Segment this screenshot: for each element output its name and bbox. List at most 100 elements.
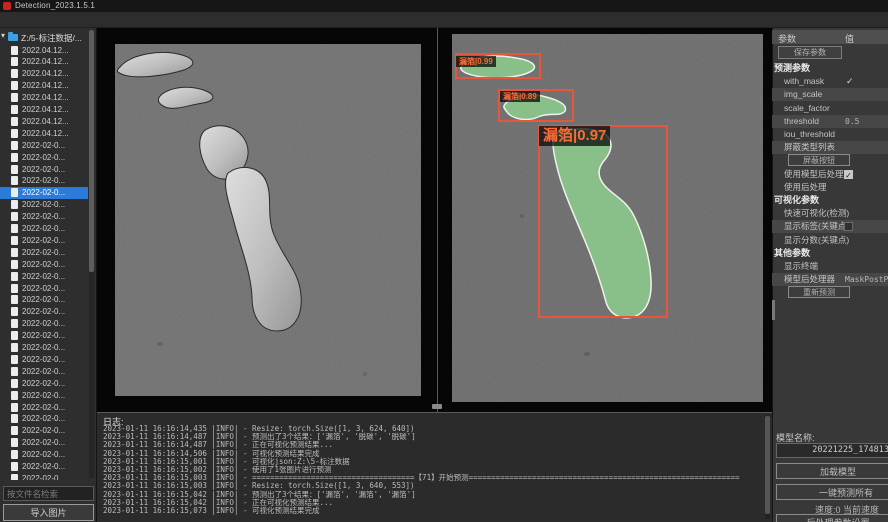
tree-item-label: 2022-02-0...	[22, 141, 65, 150]
tree-item[interactable]: 2022-02-0...	[0, 199, 88, 211]
param-row[interactable]: scale_factor	[772, 102, 888, 115]
params-scrollbar[interactable]	[772, 300, 775, 320]
tree-item[interactable]: 2022-02-0...	[0, 437, 88, 449]
chevron-down-icon[interactable]	[1, 31, 5, 40]
tree-item[interactable]: 2022-02-0...	[0, 461, 88, 473]
tree-item[interactable]: 2022-02-0...	[0, 330, 88, 342]
tree-scrollbar-thumb[interactable]	[89, 30, 94, 272]
file-icon	[11, 129, 18, 138]
tree-item[interactable]: 2022-02-0...	[0, 425, 88, 437]
viewport-splitter[interactable]	[437, 28, 438, 412]
file-icon	[11, 81, 18, 90]
tree-item[interactable]: 2022.04.12...	[0, 80, 88, 92]
tree-item[interactable]: 2022-02-0...	[0, 246, 88, 258]
tree-item[interactable]: 2022-02-0...	[0, 223, 88, 235]
param-row[interactable]: 使用后处理	[772, 181, 888, 194]
tree-item[interactable]: 2022.04.12...	[0, 104, 88, 116]
tree-item[interactable]: 2022-02-0...	[0, 401, 88, 413]
file-icon	[11, 117, 18, 126]
search-input[interactable]	[3, 486, 94, 501]
tree-item[interactable]: 2022-02-0...	[0, 187, 88, 199]
param-row[interactable]: 屏蔽类型列表	[772, 141, 888, 154]
param-row[interactable]: 模型后处理器MaskPostPro	[772, 273, 888, 286]
tree-item[interactable]: 2022-02-0...	[0, 163, 88, 175]
tree-item[interactable]: 2022-02-0...	[0, 306, 88, 318]
tree-item-label: 2022.04.12...	[22, 46, 69, 55]
file-icon	[11, 176, 18, 185]
tree-item[interactable]: 2022-02-0...	[0, 353, 88, 365]
checkbox[interactable]	[844, 222, 853, 231]
predict-all-button[interactable]: 一键预测所有	[776, 484, 888, 500]
tree-item-label: 2022.04.12...	[22, 129, 69, 138]
param-row[interactable]: with_mask✓	[772, 75, 888, 88]
tree-item[interactable]: 2022-02-0...	[0, 365, 88, 377]
tree-item[interactable]: 2022-02-0...	[0, 270, 88, 282]
tree-item[interactable]: 2022.04.12...	[0, 115, 88, 127]
tree-item-label: 2022.04.12...	[22, 93, 69, 102]
tree-item[interactable]: 2022-02-0...	[0, 318, 88, 330]
file-icon	[11, 272, 18, 281]
tree-item[interactable]: 2022-02-0...	[0, 413, 88, 425]
tree-item[interactable]: 2022.04.12...	[0, 56, 88, 68]
tree-item[interactable]: 2022-02-0...	[0, 258, 88, 270]
log-line: 2023-01-11 16:16:15,073 |INFO| - 可视化预测结果…	[103, 507, 763, 515]
tree-item[interactable]: 2022-02-0...	[0, 211, 88, 223]
file-icon	[11, 69, 18, 78]
param-row[interactable]: 显示终端	[772, 260, 888, 273]
tree-item[interactable]: 2022-02-0...	[0, 449, 88, 461]
checkbox[interactable]: ✓	[844, 170, 853, 179]
tree-item-label: 2022.04.12...	[22, 57, 69, 66]
import-images-button[interactable]: 导入图片	[3, 504, 94, 521]
file-icon	[11, 188, 18, 197]
tree-item[interactable]: 2022-02-0...	[0, 294, 88, 306]
tree-item-label: 2022-02-0...	[22, 379, 65, 388]
tree-item[interactable]: 2022-02-0...	[0, 151, 88, 163]
tree-item[interactable]: 2022-02-0...	[0, 389, 88, 401]
file-icon	[11, 165, 18, 174]
param-row[interactable]: 使用模型后处理✓	[772, 168, 888, 181]
viewport-splitter-handle[interactable]	[432, 404, 442, 409]
param-row[interactable]: 显示分数(关键点)	[772, 234, 888, 247]
save-params-button[interactable]: 保存参数	[778, 46, 842, 59]
tree-item[interactable]: 2022.04.12...	[0, 92, 88, 104]
tree-item-label: 2022.04.12...	[22, 69, 69, 78]
tree-item-label: 2022-02-0...	[22, 426, 65, 435]
tree-item[interactable]: 2022.04.12...	[0, 68, 88, 80]
tree-item[interactable]: 2022.04.12...	[0, 44, 88, 56]
param-row[interactable]: img_scale	[772, 88, 888, 101]
tree-item-label: 2022-02-0...	[22, 212, 65, 221]
param-row[interactable]: threshold0.5	[772, 115, 888, 128]
tree-item[interactable]: 2022-02-0...	[0, 234, 88, 246]
tree-item[interactable]: 2022-02-0...	[0, 175, 88, 187]
file-tree: Z:/5-标注数据/... 2022.04.12...2022.04.12...…	[0, 28, 97, 480]
detection-label: 漏箔|0.99	[456, 56, 496, 67]
tree-item[interactable]: 2022.04.12...	[0, 127, 88, 139]
log-scrollbar[interactable]	[765, 415, 770, 519]
tree-root-folder[interactable]: Z:/5-标注数据/...	[0, 31, 97, 43]
param-button[interactable]: 重新预测	[788, 286, 850, 298]
param-row[interactable]: iou_threshold	[772, 128, 888, 141]
file-icon	[11, 295, 18, 304]
file-icon	[11, 212, 18, 221]
param-row[interactable]: 快速可视化(检测)	[772, 207, 888, 220]
param-label: 使用后处理	[784, 181, 827, 194]
tree-item[interactable]: 2022-02-0...	[0, 377, 88, 389]
tree-item[interactable]: 2022-02-0...	[0, 342, 88, 354]
load-model-button[interactable]: 加载模型	[776, 463, 888, 479]
tree-item-label: 2022.04.12...	[22, 81, 69, 90]
postprocess-settings-button[interactable]: 后处理参数设置	[776, 514, 888, 522]
param-button[interactable]: 屏蔽按钮	[788, 154, 850, 166]
log-console: 日志: 2023-01-11 16:16:14,435 |INFO| - Res…	[97, 412, 772, 522]
tree-scrollbar[interactable]	[89, 30, 94, 478]
tree-item-label: 2022-02-0...	[22, 438, 65, 447]
log-scrollbar-thumb[interactable]	[765, 416, 770, 514]
tree-item[interactable]: 2022-02-0...	[0, 472, 88, 480]
tree-item[interactable]: 2022-02-0...	[0, 282, 88, 294]
model-name-field[interactable]: 20221225_174813	[776, 443, 888, 458]
source-image[interactable]	[115, 44, 421, 396]
param-row[interactable]: 显示标签(关键点)	[772, 220, 888, 233]
tree-root-label: Z:/5-标注数据/...	[21, 32, 82, 44]
tree-item[interactable]: 2022-02-0...	[0, 139, 88, 151]
file-icon	[11, 403, 18, 412]
file-icon	[11, 224, 18, 233]
